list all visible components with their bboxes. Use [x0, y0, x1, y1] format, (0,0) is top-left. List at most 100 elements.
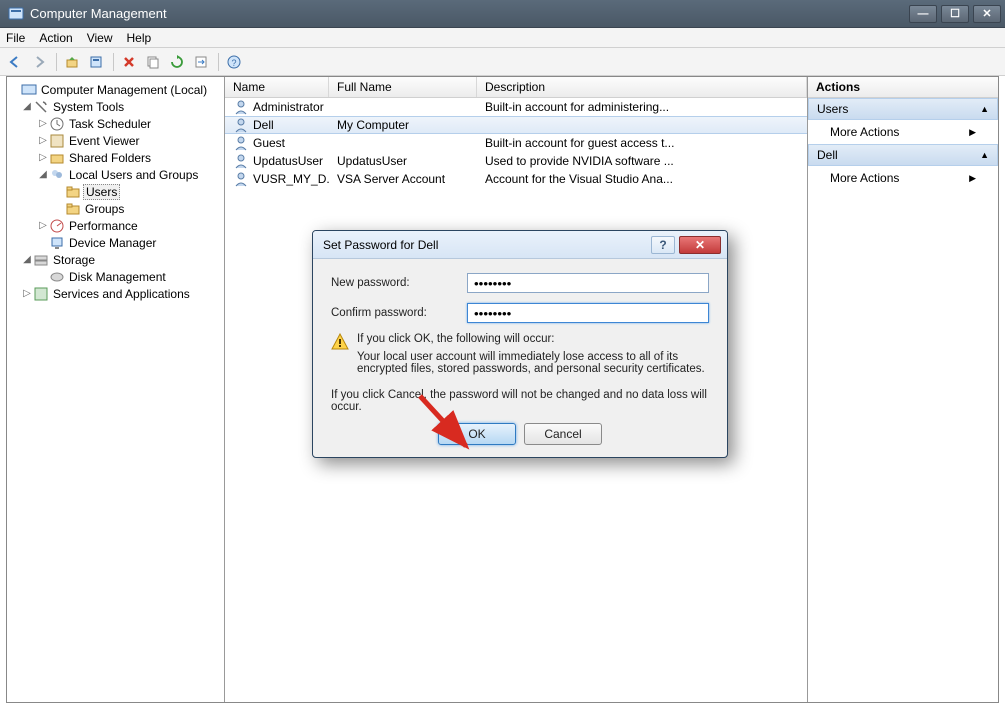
dialog-body: New password: Confirm password: If you c…	[313, 259, 727, 457]
cell-name: VUSR_MY_D...	[253, 172, 329, 186]
col-name[interactable]: Name	[225, 77, 329, 97]
warning-body: Your local user account will immediately…	[357, 351, 709, 375]
actions-section-dell[interactable]: Dell ▲	[808, 144, 998, 166]
confirm-password-input[interactable]	[467, 303, 709, 323]
services-icon	[33, 286, 49, 302]
list-row[interactable]: Guest Built-in account for guest access t…	[225, 134, 807, 152]
list-row[interactable]: VUSR_MY_D...VSA Server AccountAccount fo…	[225, 170, 807, 188]
actions-more-users[interactable]: More Actions ▶	[808, 120, 998, 144]
ok-button[interactable]: OK	[438, 423, 516, 445]
tree-pane[interactable]: Computer Management (Local) ◢ System Too…	[7, 77, 225, 702]
cancel-message: If you click Cancel, the password will n…	[331, 389, 709, 413]
tree-event-viewer[interactable]: ▷ Event Viewer	[7, 132, 224, 149]
menu-bar: File Action View Help	[0, 28, 1005, 48]
submenu-icon: ▶	[969, 173, 976, 184]
menu-file[interactable]: File	[6, 31, 25, 45]
new-password-input[interactable]	[467, 273, 709, 293]
warning-heading: If you click OK, the following will occu…	[357, 333, 709, 345]
tree-storage[interactable]: ◢ Storage	[7, 251, 224, 268]
toolbar: ?	[0, 48, 1005, 76]
menu-action[interactable]: Action	[39, 31, 72, 45]
forward-button[interactable]	[28, 51, 50, 73]
svg-text:?: ?	[231, 58, 236, 68]
export-button[interactable]	[190, 51, 212, 73]
tree-system-tools[interactable]: ◢ System Tools	[7, 98, 224, 115]
expand-icon[interactable]: ▷	[37, 220, 49, 231]
copy-button[interactable]	[142, 51, 164, 73]
titlebar: Computer Management — ☐ ✕	[0, 0, 1005, 28]
tree-groups[interactable]: Groups	[7, 200, 224, 217]
cell-fullname: My Computer	[329, 118, 477, 132]
cancel-button[interactable]: Cancel	[524, 423, 602, 445]
cell-description: Used to provide NVIDIA software ...	[477, 154, 807, 168]
col-fullname[interactable]: Full Name	[329, 77, 477, 97]
user-icon	[233, 153, 249, 169]
user-icon	[233, 171, 249, 187]
device-icon	[49, 235, 65, 251]
users-group-icon	[49, 167, 65, 183]
computer-icon	[21, 82, 37, 98]
list-row[interactable]: UpdatusUserUpdatusUserUsed to provide NV…	[225, 152, 807, 170]
dialog-title: Set Password for Dell	[323, 238, 651, 252]
new-password-label: New password:	[331, 277, 467, 289]
delete-button[interactable]	[118, 51, 140, 73]
cell-fullname: VSA Server Account	[329, 172, 477, 186]
cell-name: Dell	[253, 118, 274, 132]
dialog-help-button[interactable]: ?	[651, 236, 675, 254]
tree-device-manager[interactable]: Device Manager	[7, 234, 224, 251]
actions-pane: Actions Users ▲ More Actions ▶ Dell ▲ Mo…	[808, 77, 998, 702]
tools-icon	[33, 99, 49, 115]
tree-task-scheduler[interactable]: ▷ Task Scheduler	[7, 115, 224, 132]
tree-local-users-groups[interactable]: ◢ Local Users and Groups	[7, 166, 224, 183]
cell-name: Administrator	[253, 100, 324, 114]
tree-shared-folders[interactable]: ▷ Shared Folders	[7, 149, 224, 166]
clock-icon	[49, 116, 65, 132]
list-row[interactable]: Administrator Built-in account for admini…	[225, 98, 807, 116]
tree-users[interactable]: Users	[7, 183, 224, 200]
storage-icon	[33, 252, 49, 268]
cell-name: Guest	[253, 136, 285, 150]
maximize-button[interactable]: ☐	[941, 5, 969, 23]
close-button[interactable]: ✕	[973, 5, 1001, 23]
collapse-icon: ▲	[980, 150, 989, 160]
tree-disk-management[interactable]: Disk Management	[7, 268, 224, 285]
expand-icon[interactable]: ▷	[37, 152, 49, 163]
collapse-icon[interactable]: ◢	[21, 101, 33, 112]
submenu-icon: ▶	[969, 127, 976, 138]
refresh-button[interactable]	[166, 51, 188, 73]
list-header: Name Full Name Description	[225, 77, 807, 98]
actions-section-users[interactable]: Users ▲	[808, 98, 998, 120]
cell-description: Account for the Visual Studio Ana...	[477, 172, 807, 186]
back-button[interactable]	[4, 51, 26, 73]
collapse-icon[interactable]: ◢	[21, 254, 33, 265]
cell-description: Built-in account for guest access t...	[477, 136, 807, 150]
help-button[interactable]: ?	[223, 51, 245, 73]
list-row[interactable]: Dell My Computer	[225, 116, 807, 134]
minimize-button[interactable]: —	[909, 5, 937, 23]
up-button[interactable]	[61, 51, 83, 73]
performance-icon	[49, 218, 65, 234]
menu-view[interactable]: View	[87, 31, 113, 45]
actions-header: Actions	[808, 77, 998, 98]
tree-root[interactable]: Computer Management (Local)	[7, 81, 224, 98]
folder-icon	[65, 201, 81, 217]
set-password-dialog: Set Password for Dell ? ✕ New password: …	[312, 230, 728, 458]
menu-help[interactable]: Help	[127, 31, 152, 45]
properties-button[interactable]	[85, 51, 107, 73]
tree-services-apps[interactable]: ▷ Services and Applications	[7, 285, 224, 302]
cell-fullname: UpdatusUser	[329, 154, 477, 168]
collapse-icon[interactable]: ◢	[37, 169, 49, 180]
dialog-close-button[interactable]: ✕	[679, 236, 721, 254]
folder-icon	[65, 184, 81, 200]
cell-description: Built-in account for administering...	[477, 100, 807, 114]
collapse-icon: ▲	[980, 104, 989, 114]
confirm-password-label: Confirm password:	[331, 307, 467, 319]
col-description[interactable]: Description	[477, 77, 807, 97]
dialog-titlebar: Set Password for Dell ? ✕	[313, 231, 727, 259]
actions-more-dell[interactable]: More Actions ▶	[808, 166, 998, 190]
expand-icon[interactable]: ▷	[37, 135, 49, 146]
expand-icon[interactable]: ▷	[21, 288, 33, 299]
expand-icon[interactable]: ▷	[37, 118, 49, 129]
user-icon	[233, 117, 249, 133]
tree-performance[interactable]: ▷ Performance	[7, 217, 224, 234]
